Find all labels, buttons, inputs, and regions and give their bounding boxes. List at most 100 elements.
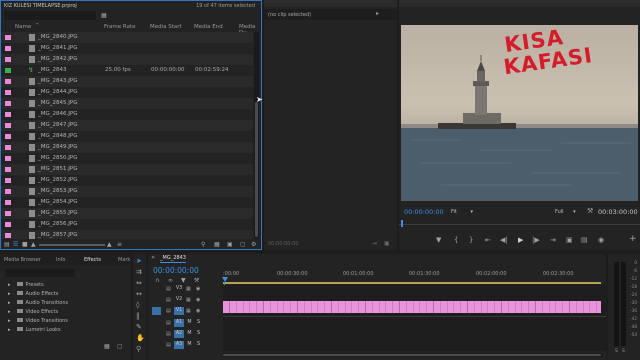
new-folder-icon[interactable]: ▦ <box>104 343 110 350</box>
list-item[interactable]: _MG_2846.JPG <box>1 109 253 120</box>
rate-stretch-tool-icon[interactable]: ↔ <box>136 291 142 298</box>
list-item[interactable]: _MG_2849.JPG <box>1 142 253 153</box>
source-tab[interactable] <box>264 0 397 7</box>
effects-item-audio-transitions[interactable]: ▸ Audio Transitions <box>8 300 68 306</box>
new-bin-icon[interactable]: ▦ <box>214 241 220 248</box>
list-item[interactable]: _MG_2853.JPG <box>1 186 253 197</box>
lock-icon[interactable]: ▤ <box>166 308 171 315</box>
pen-tool-icon[interactable]: ✎ <box>136 324 142 331</box>
lock-icon[interactable]: ▤ <box>166 286 171 293</box>
solo-button[interactable]: S <box>195 330 202 338</box>
source-patch-v1[interactable] <box>152 307 161 315</box>
list-item[interactable]: _MG_2851.JPG <box>1 164 253 175</box>
effects-item-video-effects[interactable]: ▸ Video Effects <box>8 309 58 315</box>
program-tab[interactable] <box>399 0 640 7</box>
tab-info[interactable]: Info <box>56 257 65 263</box>
track-label[interactable]: V1 <box>174 307 184 315</box>
eye-icon[interactable]: ◉ <box>196 286 200 293</box>
zoom-out-icon[interactable]: ▲ <box>31 241 36 248</box>
add-marker-icon[interactable]: ▼ <box>436 237 441 244</box>
camera-icon[interactable]: ◉ <box>598 237 604 244</box>
tab-markers[interactable]: Mark <box>118 257 131 263</box>
list-item[interactable]: _MG_2844.JPG <box>1 87 253 98</box>
lift-icon[interactable]: ▣ <box>566 237 573 244</box>
find-icon[interactable]: ⚲ <box>201 241 205 248</box>
solo-button[interactable]: S <box>195 341 202 349</box>
track-label[interactable]: A3 <box>174 341 184 349</box>
timeline-scrollbar[interactable] <box>223 353 603 357</box>
zoom-in-icon[interactable]: ▲ <box>107 241 112 248</box>
insert-icon[interactable]: ⇥ <box>372 240 377 247</box>
lock-icon[interactable]: ▤ <box>166 297 171 304</box>
fit-dropdown[interactable]: Fit ▾ <box>451 209 473 215</box>
mark-out-icon[interactable]: } <box>469 237 473 244</box>
column-frame-rate[interactable]: Frame Rate <box>104 24 136 30</box>
solo-right-button[interactable]: S <box>622 349 625 354</box>
add-button-icon[interactable]: + <box>629 235 637 244</box>
list-item[interactable]: _MG_2852.JPG <box>1 175 253 186</box>
new-bin-icon[interactable]: ▦ <box>101 12 107 19</box>
source-timecode[interactable]: 00:00:00:00 <box>268 241 299 247</box>
eye-icon[interactable]: ◉ <box>196 308 200 315</box>
track-label[interactable]: A2 <box>174 330 184 338</box>
tab-media-browser[interactable]: Media Browser <box>4 257 41 263</box>
timeline-timecode[interactable]: 00:00:00:00 <box>153 266 199 275</box>
column-media-end[interactable]: Media End <box>194 24 223 30</box>
playhead[interactable] <box>401 220 403 227</box>
effects-item-presets[interactable]: ▸ Presets <box>8 282 44 288</box>
list-item[interactable]: _MG_2840.JPG <box>1 32 253 43</box>
work-area-bar[interactable] <box>223 282 601 284</box>
timeline-ruler[interactable]: :00:00 00:00:30:00 00:01:00:00 00:01:30:… <box>222 264 606 284</box>
list-item[interactable]: _MG_2856.JPG <box>1 219 253 230</box>
wrench-icon[interactable]: ⚒ <box>194 277 199 284</box>
tab-effects[interactable]: Effects <box>84 257 101 263</box>
effects-item-lumetri-looks[interactable]: ▸ Lumetri Looks <box>8 327 61 333</box>
effects-item-audio-effects[interactable]: ▸ Audio Effects <box>8 291 58 297</box>
lock-icon[interactable]: ▤ <box>166 320 171 327</box>
snap-icon[interactable]: ∩ <box>155 277 159 284</box>
razor-tool-icon[interactable]: ◊ <box>136 302 139 309</box>
trash-icon[interactable]: ▢ <box>117 343 123 350</box>
wrench-icon[interactable]: ⚒ <box>587 208 593 215</box>
trash-icon[interactable]: ▢ <box>240 241 246 248</box>
quality-dropdown[interactable]: Full ▾ <box>555 209 576 215</box>
list-view-icon[interactable]: ☰ <box>13 241 18 248</box>
list-item[interactable]: _MG_2848.JPG <box>1 131 253 142</box>
list-item[interactable]: _MG_2854.JPG <box>1 197 253 208</box>
sort-icon[interactable]: ≡ <box>117 241 122 248</box>
ripple-edit-tool-icon[interactable]: ⇔ <box>136 280 142 287</box>
go-to-in-icon[interactable]: ⇤ <box>485 237 491 244</box>
zoom-tool-icon[interactable]: ⚲ <box>136 346 141 353</box>
step-back-icon[interactable]: ◀| <box>500 237 508 244</box>
mute-button[interactable]: M <box>186 319 193 327</box>
list-item[interactable]: _MG_2857.JPG <box>1 230 253 239</box>
scrollbar-thumb[interactable] <box>223 354 601 356</box>
track-area[interactable] <box>223 285 606 351</box>
search-bar[interactable] <box>4 11 96 20</box>
selection-tool-icon[interactable]: ➤ <box>136 258 142 265</box>
mute-button[interactable]: M <box>186 341 193 349</box>
list-item[interactable]: _MG_2843.JPG <box>1 76 253 87</box>
hand-tool-icon[interactable]: ✋ <box>136 335 145 342</box>
column-media-start[interactable]: Media Start <box>150 24 182 30</box>
toggle-output-icon[interactable]: ▦ <box>186 308 191 315</box>
solo-button[interactable]: S <box>195 319 202 327</box>
eye-icon[interactable]: ◉ <box>196 297 200 304</box>
scrollbar-thumb[interactable] <box>255 102 258 237</box>
list-item[interactable]: _MG_2850.JPG <box>1 153 253 164</box>
v1-clip-strip[interactable] <box>223 301 601 313</box>
slip-tool-icon[interactable]: ‖ <box>136 313 140 320</box>
track-label[interactable]: V3 <box>174 285 184 293</box>
mark-in-icon[interactable]: { <box>454 237 458 244</box>
toggle-output-icon[interactable]: ▦ <box>186 297 191 304</box>
lock-icon[interactable]: ▤ <box>4 241 10 248</box>
play-icon[interactable]: ▶ <box>518 237 523 244</box>
list-item[interactable]: _MG_2847.JPG <box>1 120 253 131</box>
add-marker-icon[interactable]: ▼ <box>181 277 186 284</box>
list-item[interactable]: _MG_2855.JPG <box>1 208 253 219</box>
toggle-output-icon[interactable]: ▦ <box>186 286 191 293</box>
mute-button[interactable]: M <box>186 330 193 338</box>
export-frame-icon[interactable]: ▣ <box>384 240 390 247</box>
list-item[interactable]: _MG_2845.JPG <box>1 98 253 109</box>
effects-item-video-transitions[interactable]: ▸ Video Transitions <box>8 318 68 324</box>
